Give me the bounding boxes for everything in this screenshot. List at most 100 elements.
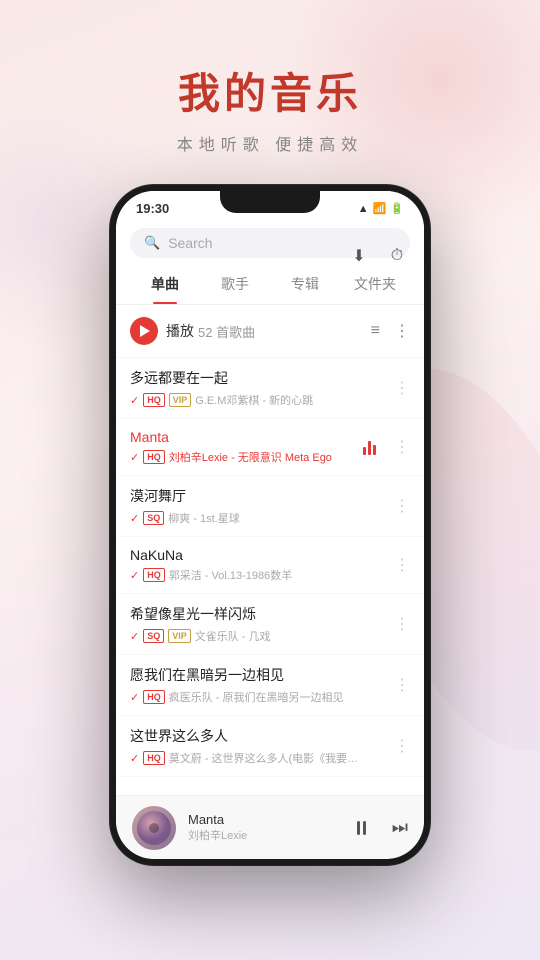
song-name: 希望像星光一样闪烁: [130, 604, 386, 624]
song-artist: 疯医乐队 - 原我们在黑暗另一边相见: [169, 689, 344, 705]
song-name: NaKuNa: [130, 547, 386, 563]
check-icon: ✓: [130, 752, 139, 765]
song-info: 漠河舞厅 ✓ SQ 柳爽 - 1st.星球: [130, 486, 386, 526]
song-name: 这世界这么多人: [130, 726, 386, 746]
check-icon: ✓: [130, 630, 139, 643]
song-meta: ✓ HQ VIP G.E.M邓紫棋 - 新的心跳: [130, 392, 386, 408]
eq-bar-2: [368, 441, 371, 455]
song-name: 漠河舞厅: [130, 486, 386, 506]
song-info: 这世界这么多人 ✓ HQ 莫文蔚 - 这世界这么多人(电影《我要我们在...: [130, 726, 386, 766]
song-menu-icon[interactable]: ⋮: [386, 555, 410, 575]
mini-pause-button[interactable]: [348, 814, 376, 842]
song-menu-icon[interactable]: ⋮: [386, 675, 410, 695]
song-menu-icon[interactable]: ⋮: [386, 736, 410, 756]
app-title: 我的音乐: [0, 60, 540, 121]
badge-sq: SQ: [143, 629, 164, 643]
phone-notch: [220, 191, 320, 213]
eq-bar-3: [373, 445, 376, 455]
song-info: 多远都要在一起 ✓ HQ VIP G.E.M邓紫棋 - 新的心跳: [130, 368, 386, 408]
cover-art-svg: [137, 811, 171, 845]
song-artist: 莫文蔚 - 这世界这么多人(电影《我要我们在...: [169, 750, 369, 766]
mini-player[interactable]: Manta 刘柏辛Lexie ⏭: [116, 795, 424, 859]
badge-hq: HQ: [143, 568, 165, 582]
equalizer-icon: [363, 439, 376, 455]
song-name: Manta: [130, 429, 363, 445]
wifi-icon: ▲: [358, 203, 369, 215]
mini-cover-art: [132, 806, 176, 850]
song-info: Manta ✓ HQ 刘柏辛Lexie - 无限意识 Meta Ego: [130, 429, 363, 465]
phone-frame: 19:30 ▲ 📶 🔋 🔍 Search ⬇ ⏱: [110, 185, 430, 865]
mini-controls: ⏭: [348, 814, 408, 842]
pause-bar-2: [363, 821, 366, 835]
song-meta: ✓ HQ 郭采洁 - Vol.13-1986数羊: [130, 567, 386, 583]
more-options-icon[interactable]: ⋮: [394, 321, 410, 341]
signal-icon: 📶: [373, 202, 387, 215]
app-header: 我的音乐 本地听歌 便捷高效: [0, 0, 540, 185]
song-artist: 文雀乐队 - 几戏: [195, 628, 271, 644]
song-name: 多远都要在一起: [130, 368, 386, 388]
song-info: 愿我们在黑暗另一边相见 ✓ HQ 疯医乐队 - 原我们在黑暗另一边相见: [130, 665, 386, 705]
song-menu-icon[interactable]: ⋮: [386, 614, 410, 634]
status-time: 19:30: [136, 201, 169, 216]
mini-info: Manta 刘柏辛Lexie: [188, 812, 336, 843]
mini-next-button[interactable]: ⏭: [392, 817, 408, 838]
pause-bar-1: [357, 821, 360, 835]
status-icons: ▲ 📶 🔋: [358, 202, 404, 215]
song-name: 愿我们在黑暗另一边相见: [130, 665, 386, 685]
tab-bar: 单曲 歌手 专辑 文件夹: [116, 264, 424, 305]
song-menu-icon[interactable]: ⋮: [386, 496, 410, 516]
battery-icon: 🔋: [390, 202, 404, 215]
song-menu-icon[interactable]: ⋮: [386, 437, 410, 457]
play-all-label: 播放: [166, 321, 194, 341]
song-meta: ✓ SQ VIP 文雀乐队 - 几戏: [130, 628, 386, 644]
badge-sq: SQ: [143, 511, 164, 525]
badge-hq: HQ: [143, 450, 165, 464]
play-all-bar[interactable]: 播放 52 首歌曲 ≡ ⋮: [116, 305, 424, 358]
song-item[interactable]: NaKuNa ✓ HQ 郭采洁 - Vol.13-1986数羊 ⋮: [116, 537, 424, 594]
play-all-icon[interactable]: [130, 317, 158, 345]
play-all-count: 52 首歌曲: [198, 322, 255, 341]
phone-mockup: 19:30 ▲ 📶 🔋 🔍 Search ⬇ ⏱: [110, 185, 430, 865]
check-icon: ✓: [130, 451, 139, 464]
badge-vip: VIP: [168, 629, 191, 643]
badge-hq: HQ: [143, 690, 165, 704]
song-meta: ✓ HQ 疯医乐队 - 原我们在黑暗另一边相见: [130, 689, 386, 705]
song-info: 希望像星光一样闪烁 ✓ SQ VIP 文雀乐队 - 几戏: [130, 604, 386, 644]
song-item[interactable]: 这世界这么多人 ✓ HQ 莫文蔚 - 这世界这么多人(电影《我要我们在... ⋮: [116, 716, 424, 777]
phone-screen: 19:30 ▲ 📶 🔋 🔍 Search ⬇ ⏱: [116, 191, 424, 859]
check-icon: ✓: [130, 512, 139, 525]
song-menu-icon[interactable]: ⋮: [386, 378, 410, 398]
tab-album[interactable]: 专辑: [270, 264, 340, 304]
song-item[interactable]: 多远都要在一起 ✓ HQ VIP G.E.M邓紫棋 - 新的心跳 ⋮: [116, 358, 424, 419]
check-icon: ✓: [130, 394, 139, 407]
song-list: 多远都要在一起 ✓ HQ VIP G.E.M邓紫棋 - 新的心跳 ⋮ Manta: [116, 358, 424, 777]
play-bar-actions: ≡ ⋮: [371, 321, 410, 341]
tab-single[interactable]: 单曲: [130, 264, 200, 304]
song-artist: 柳爽 - 1st.星球: [168, 510, 240, 526]
mini-artist: 刘柏辛Lexie: [188, 827, 336, 843]
badge-vip: VIP: [169, 393, 192, 407]
tab-folder[interactable]: 文件夹: [340, 264, 410, 304]
tab-artist[interactable]: 歌手: [200, 264, 270, 304]
search-placeholder: Search: [168, 235, 212, 251]
search-icon: 🔍: [144, 235, 160, 251]
song-item[interactable]: 漠河舞厅 ✓ SQ 柳爽 - 1st.星球 ⋮: [116, 476, 424, 537]
badge-hq: HQ: [143, 751, 165, 765]
badge-hq: HQ: [143, 393, 165, 407]
mini-song-name: Manta: [188, 812, 336, 827]
song-meta: ✓ HQ 莫文蔚 - 这世界这么多人(电影《我要我们在...: [130, 750, 386, 766]
list-order-icon[interactable]: ≡: [371, 322, 380, 340]
song-meta: ✓ HQ 刘柏辛Lexie - 无限意识 Meta Ego: [130, 449, 363, 465]
check-icon: ✓: [130, 691, 139, 704]
song-item[interactable]: Manta ✓ HQ 刘柏辛Lexie - 无限意识 Meta Ego ⋮: [116, 419, 424, 476]
song-item[interactable]: 希望像星光一样闪烁 ✓ SQ VIP 文雀乐队 - 几戏 ⋮: [116, 594, 424, 655]
check-icon: ✓: [130, 569, 139, 582]
song-artist: 刘柏辛Lexie - 无限意识 Meta Ego: [169, 449, 332, 465]
song-artist: G.E.M邓紫棋 - 新的心跳: [195, 392, 313, 408]
song-item[interactable]: 愿我们在黑暗另一边相见 ✓ HQ 疯医乐队 - 原我们在黑暗另一边相见 ⋮: [116, 655, 424, 716]
eq-bar-1: [363, 447, 366, 455]
song-artist: 郭采洁 - Vol.13-1986数羊: [169, 567, 293, 583]
app-subtitle: 本地听歌 便捷高效: [0, 131, 540, 155]
song-info: NaKuNa ✓ HQ 郭采洁 - Vol.13-1986数羊: [130, 547, 386, 583]
song-meta: ✓ SQ 柳爽 - 1st.星球: [130, 510, 386, 526]
